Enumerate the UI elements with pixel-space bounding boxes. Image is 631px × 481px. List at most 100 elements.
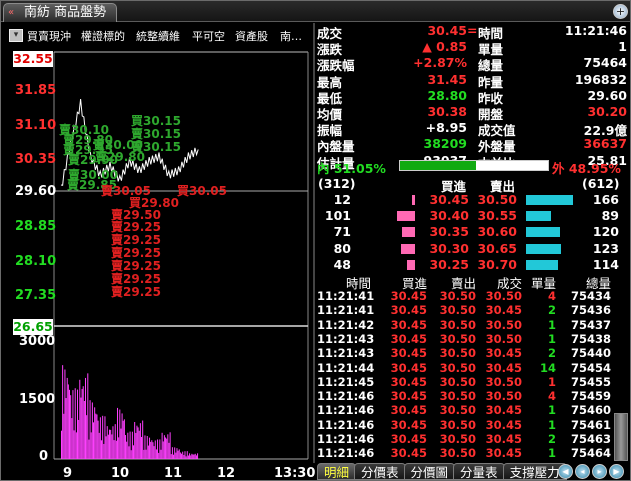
price-axis-label: 30.35 — [15, 152, 57, 167]
tick-scrollbar[interactable] — [614, 413, 628, 461]
volume-bar — [158, 452, 160, 459]
price-axis-label: 27.35 — [15, 288, 57, 303]
volume-bar — [189, 453, 191, 459]
quote-label: 振幅 — [317, 123, 343, 139]
volume-bar — [120, 428, 122, 459]
tick-cell: 1 — [547, 446, 556, 461]
nav-next-icon[interactable]: ▸ — [592, 464, 607, 479]
volume-bar — [125, 435, 127, 459]
volume-bar — [91, 402, 93, 459]
volume-bar — [119, 409, 121, 459]
bid-price: 30.30 — [429, 240, 469, 256]
quote-value: 22.9億 — [583, 123, 627, 139]
price-axis-label: 31.10 — [15, 118, 57, 133]
quote-label: 開盤 — [478, 107, 504, 122]
red-trade-annotation: 賣29.25 — [110, 258, 161, 273]
ask-price: 30.70 — [477, 256, 517, 272]
quote-value: 29.60 — [587, 87, 627, 103]
tick-cell: 30.45 — [485, 446, 522, 461]
quote-value: ▲ 0.85 — [422, 39, 467, 55]
volume-bar — [122, 420, 124, 459]
tick-header: 賣出 — [450, 276, 476, 291]
tick-header: 成交 — [496, 276, 522, 291]
volume-bar — [181, 453, 183, 459]
volume-bar — [149, 437, 151, 459]
volume-bar — [169, 432, 171, 459]
red-trade-annotation: 賣29.25 — [110, 245, 161, 260]
volume-bar — [176, 448, 178, 459]
ask-depth-bar — [526, 227, 560, 238]
volume-bar — [175, 452, 177, 459]
quote-value: 38209 — [423, 136, 468, 152]
volume-bar — [96, 414, 98, 459]
volume-bar — [163, 435, 165, 459]
quote-label: 總量 — [478, 58, 504, 74]
tab-volume-table[interactable]: 分量表 — [453, 463, 505, 480]
quote-value: 36637 — [583, 136, 628, 152]
tab-price-chart[interactable]: 分價圖 — [403, 463, 456, 480]
nav-first-icon[interactable]: ◀ — [558, 464, 573, 479]
tab-support-resistance[interactable]: 支撐壓力 — [502, 463, 567, 480]
time-axis-label: 10 — [111, 466, 130, 481]
red-trade-annotation: 賣29.25 — [110, 271, 161, 286]
ask-depth-bar — [526, 195, 573, 205]
price-axis-label: 28.85 — [15, 219, 57, 234]
volume-bar — [114, 424, 116, 459]
volume-bar — [135, 432, 137, 459]
nav-last-icon[interactable]: ▶ — [609, 464, 624, 479]
nav-prev-icon[interactable]: ◂ — [575, 464, 590, 479]
volume-bars-series — [61, 365, 199, 459]
bid-header: 買進 — [441, 179, 467, 194]
bid-qty: 12 — [333, 192, 351, 207]
volume-bar — [174, 447, 176, 459]
quote-label: 均價 — [317, 107, 343, 122]
intraday-chart[interactable]: 買30.15賣30.15賣30.15賣30.10賣29.80賣29.95賣30.… — [1, 1, 313, 481]
volume-bar — [141, 436, 143, 459]
ask-qty: 123 — [592, 240, 619, 256]
window-frame: « 南紡 商品盤勢 + ▾ 買賣現沖 權證標的 統整續維 平可空 資產股 南… … — [0, 0, 631, 481]
ask-depth-bar — [526, 211, 552, 222]
time-axis-label: 12 — [217, 466, 236, 481]
volume-bar — [179, 452, 181, 459]
quote-value: +2.87% — [413, 55, 467, 71]
bid-price: 30.45 — [429, 192, 469, 207]
red-trade-annotation: 賣29.25 — [110, 232, 161, 247]
volume-bar — [64, 369, 66, 459]
quote-label: 內盤量 — [317, 139, 355, 155]
volume-bar — [118, 437, 120, 459]
volume-bar — [185, 456, 187, 459]
volume-bar — [137, 427, 139, 459]
ask-qty: 114 — [592, 256, 619, 272]
quote-value: 196832 — [574, 71, 627, 87]
quote-label: 昨量 — [478, 74, 504, 90]
volume-bar — [62, 365, 64, 459]
quote-label: 單量 — [478, 42, 504, 58]
volume-bar — [160, 449, 162, 459]
volume-bar — [183, 454, 185, 459]
volume-bar — [121, 413, 123, 459]
panel-divider — [313, 23, 315, 463]
tick-header: 總量 — [585, 276, 611, 291]
time-axis-label: 13:30 — [274, 466, 316, 481]
price-axis-ref-label: 29.60 — [15, 184, 57, 199]
zoom-icon[interactable]: + — [613, 4, 628, 19]
volume-bar — [142, 420, 144, 459]
volume-bar — [161, 432, 163, 459]
volume-bar — [127, 432, 129, 459]
volume-bar — [112, 426, 114, 459]
bid-price: 30.25 — [429, 256, 469, 272]
volume-bar — [67, 384, 69, 459]
volume-bar — [106, 426, 108, 459]
tab-detail[interactable]: 明細 — [317, 463, 357, 480]
volume-bar — [134, 422, 136, 459]
volume-bar — [113, 440, 115, 459]
volume-bar — [194, 453, 196, 459]
volume-bar — [117, 407, 119, 459]
volume-axis-label: 3000 — [19, 334, 56, 349]
volume-bar — [94, 407, 96, 459]
quote-value: 75464 — [583, 55, 628, 71]
bid-qty: 101 — [324, 208, 351, 224]
volume-bar — [167, 434, 169, 459]
tab-price-table[interactable]: 分價表 — [354, 463, 406, 480]
volume-bar — [102, 415, 104, 459]
